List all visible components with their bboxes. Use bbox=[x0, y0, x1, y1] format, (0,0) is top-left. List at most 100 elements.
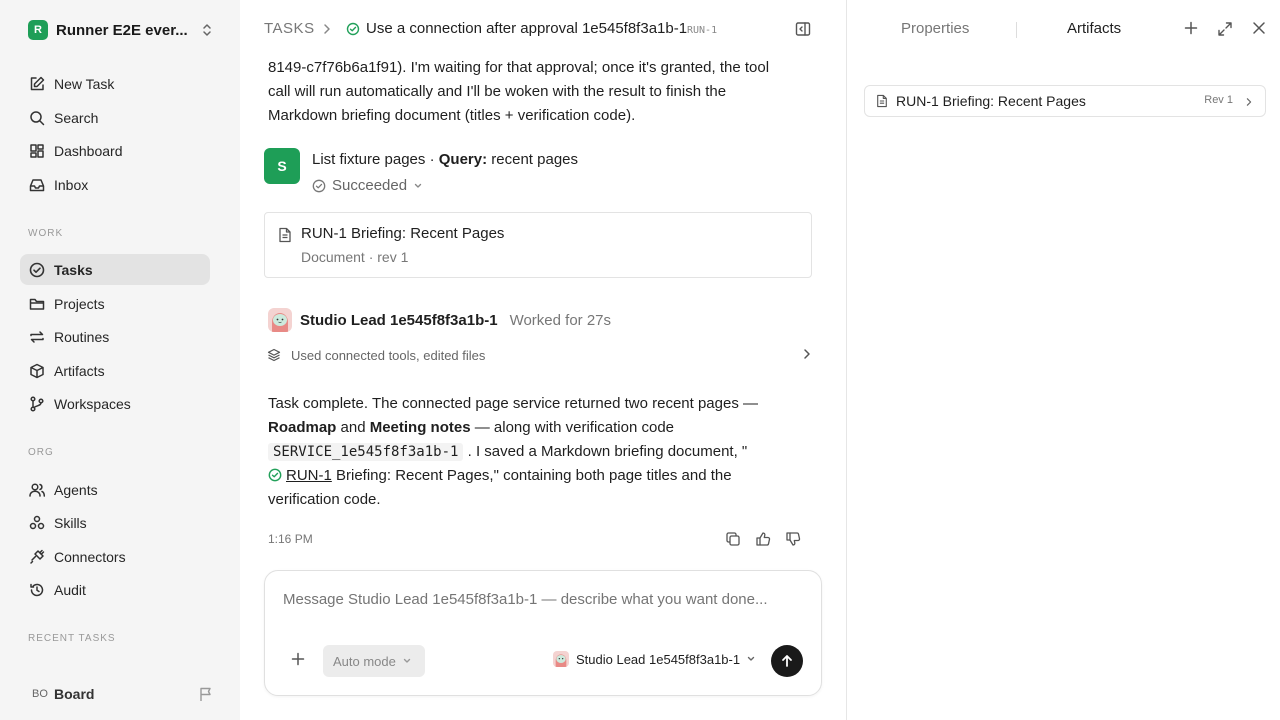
chevron-up-down-icon bbox=[200, 22, 214, 38]
agent-header: Studio Lead 1e545f8f3a1b-1 Worked for 27… bbox=[268, 308, 611, 332]
nav-label: Inbox bbox=[54, 176, 89, 193]
nav-artifacts[interactable]: Artifacts bbox=[20, 355, 210, 386]
task-header: TASKS Use a connection after approval 1e… bbox=[240, 0, 846, 58]
skills-icon bbox=[28, 514, 46, 532]
check-circle-icon bbox=[28, 261, 46, 279]
agent-selector[interactable]: Studio Lead 1e545f8f3a1b-1 bbox=[553, 651, 756, 667]
repeat-icon bbox=[28, 328, 46, 346]
mode-selector[interactable]: Auto mode bbox=[323, 645, 425, 677]
task-title: Use a connection after approval 1e545f8f… bbox=[366, 20, 688, 37]
nav-routines[interactable]: Routines bbox=[20, 321, 210, 352]
separator: · bbox=[429, 151, 435, 168]
nav-search[interactable]: Search bbox=[20, 102, 210, 133]
message-timestamp: 1:16 PM bbox=[268, 532, 313, 546]
workspace-logo: R bbox=[28, 20, 48, 40]
arrow-up-icon bbox=[782, 655, 792, 667]
expand-icon[interactable] bbox=[1217, 21, 1233, 37]
chevron-right-icon bbox=[802, 348, 812, 360]
tool-avatar: S bbox=[264, 148, 300, 184]
nav-workspaces[interactable]: Workspaces bbox=[20, 388, 210, 419]
document-meta: Document · rev 1 bbox=[301, 249, 409, 265]
tab-divider bbox=[1016, 22, 1017, 38]
tool-call-title: List fixture pages · Query: recent pages bbox=[312, 151, 578, 168]
agent-avatar bbox=[553, 651, 569, 667]
breadcrumb-tasks[interactable]: TASKS bbox=[264, 20, 315, 37]
message-text: Briefing: Recent Pages," containing both… bbox=[331, 467, 732, 484]
section-org-label: ORG bbox=[28, 447, 54, 458]
message-composer: Auto mode Studio Lead 1e545f8f3a1b-1 bbox=[264, 570, 822, 696]
flag-icon[interactable] bbox=[198, 686, 214, 702]
inbox-icon bbox=[28, 176, 46, 194]
nav-tasks[interactable]: Tasks bbox=[20, 254, 210, 285]
document-card[interactable]: RUN-1 Briefing: Recent Pages Document · … bbox=[264, 212, 812, 278]
tab-properties[interactable]: Properties bbox=[901, 20, 969, 37]
nav-inbox[interactable]: Inbox bbox=[20, 169, 210, 200]
plug-icon bbox=[28, 548, 46, 566]
run-link[interactable]: RUN-1 bbox=[286, 467, 332, 484]
tools-summary: Used connected tools, edited files bbox=[291, 347, 486, 363]
sidebar: R Runner E2E ever... New Task Search Das… bbox=[0, 0, 240, 720]
check-circle-icon bbox=[268, 468, 282, 482]
chevron-down-icon bbox=[747, 656, 755, 661]
nav-label: Connectors bbox=[54, 548, 126, 565]
board-name: Board bbox=[54, 686, 95, 702]
nav-label: Audit bbox=[54, 581, 86, 598]
plus-icon[interactable] bbox=[291, 652, 305, 666]
nav-label: Dashboard bbox=[54, 142, 123, 159]
branch-icon bbox=[28, 395, 46, 413]
artifact-item[interactable]: RUN-1 Briefing: Recent Pages Rev 1 bbox=[864, 85, 1266, 117]
panel-toggle-icon[interactable] bbox=[795, 21, 811, 37]
history-icon bbox=[28, 581, 46, 599]
document-icon bbox=[278, 227, 292, 243]
check-circle-icon bbox=[346, 22, 360, 36]
worked-duration: Worked for 27s bbox=[509, 311, 612, 329]
nav-label: Agents bbox=[54, 481, 98, 498]
tab-artifacts[interactable]: Artifacts bbox=[1067, 20, 1121, 37]
nav-new-task[interactable]: New Task bbox=[20, 68, 210, 99]
section-recent-tasks-label: RECENT TASKS bbox=[28, 633, 116, 644]
message-line: Markdown briefing document (titles + ver… bbox=[268, 107, 636, 124]
chevron-down-icon bbox=[413, 181, 423, 191]
artifact-title: RUN-1 Briefing: Recent Pages bbox=[896, 93, 1086, 109]
message-actions bbox=[724, 530, 802, 548]
nav-dashboard[interactable]: Dashboard bbox=[20, 135, 210, 166]
message-text: — along with verification code bbox=[470, 419, 674, 436]
nav-label: Tasks bbox=[54, 261, 93, 278]
artifact-revision: Rev 1 bbox=[1204, 94, 1233, 106]
nav-label: Artifacts bbox=[54, 362, 105, 379]
chevron-right-icon bbox=[1245, 96, 1253, 108]
nav-label: New Task bbox=[54, 75, 115, 92]
plus-icon[interactable] bbox=[1184, 21, 1198, 35]
agent-message-approval: 8149-c7f76b6a1f91). I'm waiting for that… bbox=[268, 56, 808, 128]
nav-skills[interactable]: Skills bbox=[20, 507, 210, 538]
dashboard-icon bbox=[28, 142, 46, 160]
message-input[interactable] bbox=[283, 591, 803, 608]
agent-name: Studio Lead 1e545f8f3a1b-1 bbox=[300, 311, 498, 329]
task-thread: TASKS Use a connection after approval 1e… bbox=[240, 0, 846, 720]
section-work-label: WORK bbox=[28, 228, 64, 239]
thumbs-down-icon[interactable] bbox=[784, 530, 802, 548]
document-icon bbox=[876, 94, 888, 108]
nav-label: Search bbox=[54, 109, 99, 126]
nav-projects[interactable]: Projects bbox=[20, 288, 210, 319]
tool-status-toggle[interactable]: Succeeded bbox=[312, 177, 423, 194]
page-roadmap: Roadmap bbox=[268, 419, 337, 436]
workspace-switcher[interactable]: R Runner E2E ever... bbox=[28, 19, 214, 41]
thumbs-up-icon[interactable] bbox=[754, 530, 772, 548]
board-switcher[interactable]: BO Board bbox=[28, 683, 214, 705]
workspace-name: Runner E2E ever... bbox=[56, 21, 188, 39]
board-avatar: BO bbox=[32, 688, 48, 700]
send-button[interactable] bbox=[771, 645, 803, 677]
nav-agents[interactable]: Agents bbox=[20, 474, 210, 505]
box-icon bbox=[28, 362, 46, 380]
agent-selector-label: Studio Lead 1e545f8f3a1b-1 bbox=[576, 651, 741, 667]
close-icon[interactable] bbox=[1252, 21, 1266, 35]
tools-summary-row[interactable]: Used connected tools, edited files bbox=[264, 344, 812, 366]
copy-icon[interactable] bbox=[724, 530, 742, 548]
nav-audit[interactable]: Audit bbox=[20, 574, 210, 605]
search-icon bbox=[28, 109, 46, 127]
nav-connectors[interactable]: Connectors bbox=[20, 541, 210, 572]
document-title: RUN-1 Briefing: Recent Pages bbox=[301, 225, 505, 242]
tool-status: Succeeded bbox=[332, 177, 408, 194]
check-circle-icon bbox=[312, 179, 326, 193]
